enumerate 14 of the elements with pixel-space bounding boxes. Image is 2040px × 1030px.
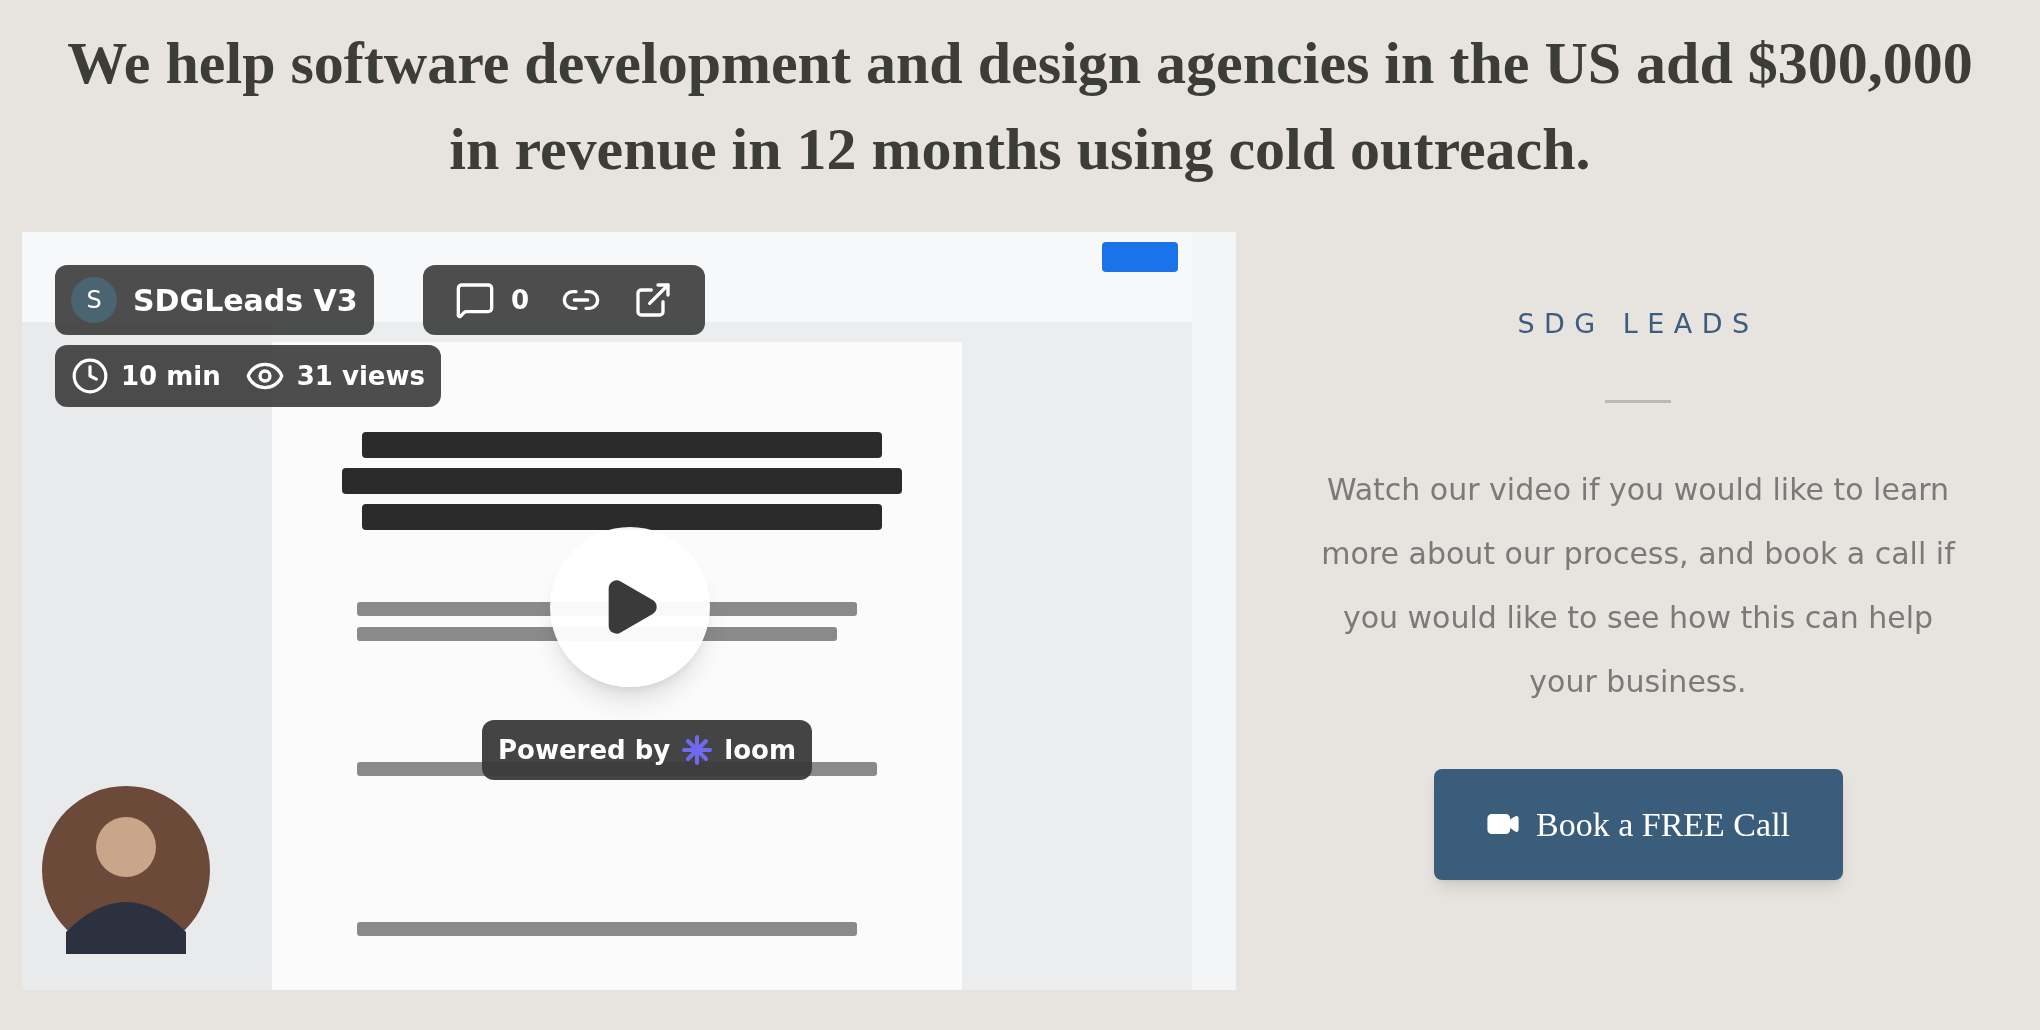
page-heading: We help software development and design agencies in the US add $300,000 in revenue in 12 months using cold outreach. (66, 29, 1974, 184)
brand-name: loom (724, 733, 796, 767)
book-call-button[interactable]: Book a FREE Call (1433, 768, 1843, 880)
clock-icon (71, 357, 109, 395)
comments-button[interactable]: 0 (455, 280, 530, 320)
video-title: SDGLeads V3 (133, 281, 358, 320)
intro-text: Watch our video if you would like to learn more about our process, and book a call if you would like to see how this can help your business. (1320, 470, 1957, 701)
comment-icon (455, 280, 495, 320)
duration: 10 min (121, 359, 221, 393)
avatar: S (71, 277, 117, 323)
view-count: 31 views (296, 359, 425, 393)
asterisk-logo-icon (682, 735, 713, 765)
brand-title: SDG LEADS (1517, 307, 1759, 341)
powered-by-label: Powered by (498, 733, 671, 767)
